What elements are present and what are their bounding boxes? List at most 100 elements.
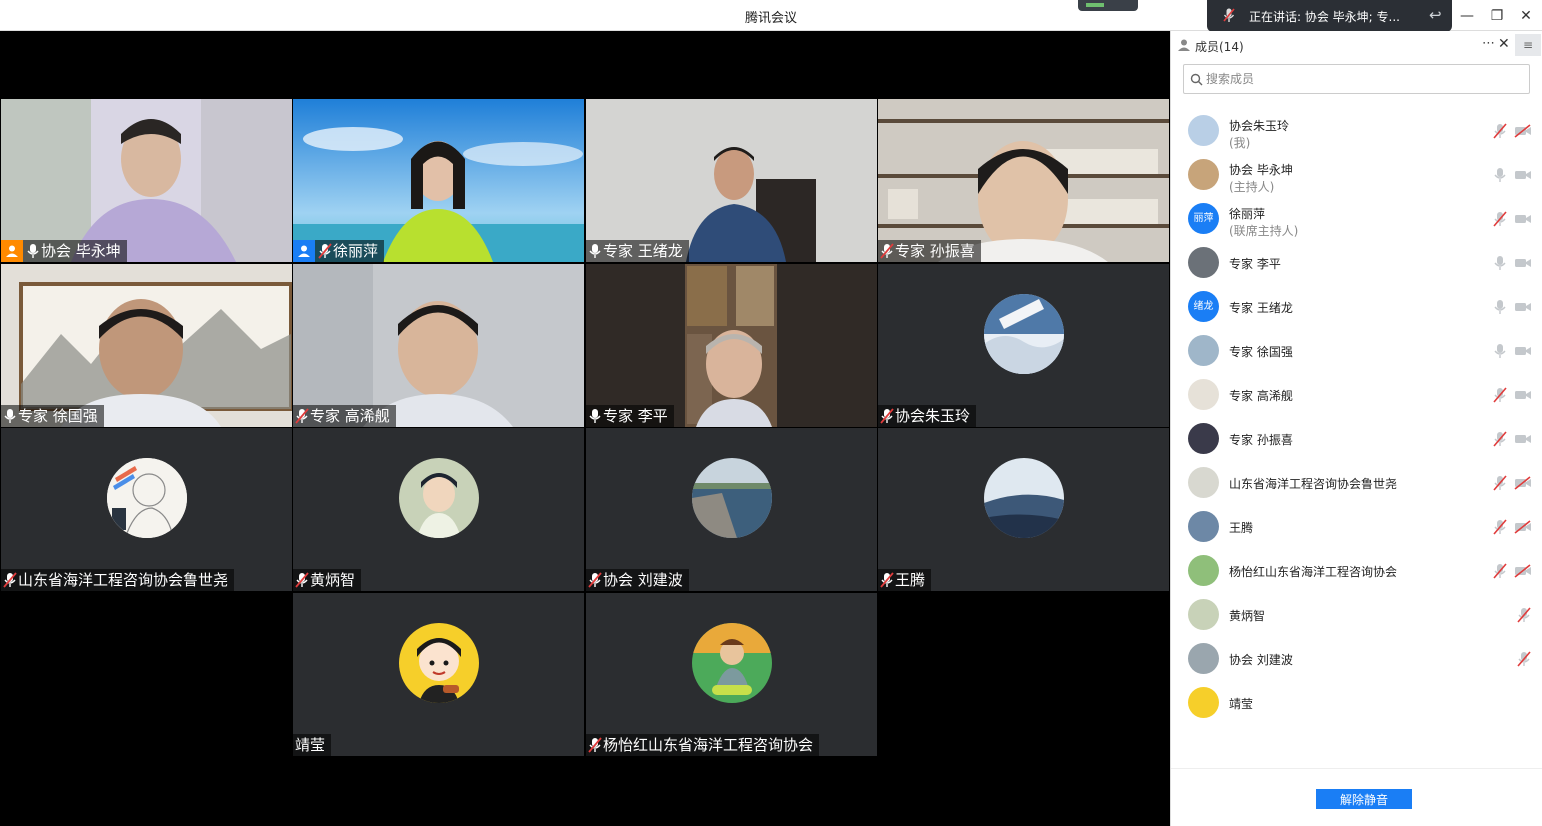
camera-off-icon[interactable]: [1514, 124, 1532, 138]
mic-muted-icon[interactable]: [1517, 607, 1531, 623]
mic-icon[interactable]: [1493, 343, 1507, 359]
mic-muted-icon[interactable]: [1493, 563, 1507, 579]
mic-muted-icon: [295, 408, 309, 424]
member-name: 协会朱玉玲: [1229, 119, 1290, 133]
mic-muted-icon[interactable]: [1493, 519, 1507, 535]
close-panel-icon[interactable]: ✕: [1498, 36, 1510, 52]
close-button[interactable]: ✕: [1516, 6, 1536, 26]
member-row[interactable]: 专家 李平: [1171, 241, 1542, 285]
participant-name: 王腾: [895, 571, 926, 589]
mic-muted-icon[interactable]: [1517, 651, 1531, 667]
member-name: 专家 高浠舰: [1229, 389, 1293, 403]
camera-icon[interactable]: [1514, 432, 1532, 446]
video-tile[interactable]: 专家 孙振喜: [878, 99, 1169, 262]
participant-avatar: [107, 458, 187, 538]
mic-icon: [27, 244, 39, 258]
speaking-indicator[interactable]: 正在讲话: 协会 毕永坤; 专... ↩: [1207, 0, 1452, 32]
member-row[interactable]: 专家 徐国强: [1171, 329, 1542, 373]
mic-muted-icon: [318, 243, 332, 259]
participant-avatar: [399, 458, 479, 538]
search-input[interactable]: [1206, 69, 1516, 89]
search-box[interactable]: [1183, 64, 1530, 94]
video-tile[interactable]: 杨怡红山东省海洋工程咨询协会: [586, 593, 877, 756]
participant-name: 徐丽萍: [333, 242, 379, 260]
video-tile[interactable]: 专家 徐国强: [1, 264, 292, 427]
participant-name: 协会朱玉玲: [895, 407, 971, 425]
mic-muted-icon[interactable]: [1493, 431, 1507, 447]
participant-name: 黄炳智: [310, 571, 356, 589]
member-role: (联席主持人): [1229, 224, 1299, 238]
video-tile[interactable]: 王腾: [878, 428, 1169, 591]
mic-muted-icon[interactable]: [1493, 123, 1507, 139]
participant-label: 王腾: [878, 569, 932, 591]
mic-muted-icon[interactable]: [1493, 211, 1507, 227]
video-tile[interactable]: 专家 王绪龙: [586, 99, 877, 262]
member-name: 专家 王绪龙: [1229, 301, 1293, 315]
participant-avatar: [984, 458, 1064, 538]
participant-name: 专家 高浠舰: [310, 407, 390, 425]
camera-off-icon[interactable]: [1514, 520, 1532, 534]
camera-icon[interactable]: [1514, 168, 1532, 182]
participant-video: [293, 264, 584, 427]
participant-name: 靖莹: [295, 736, 326, 754]
mic-icon[interactable]: [1493, 299, 1507, 315]
camera-icon[interactable]: [1514, 256, 1532, 270]
video-tile[interactable]: 靖莹: [293, 593, 584, 756]
member-row[interactable]: 黄炳智: [1171, 593, 1542, 637]
member-row[interactable]: 专家 孙振喜: [1171, 417, 1542, 461]
member-name: 靖莹: [1229, 697, 1254, 711]
participant-label: 协会 毕永坤: [1, 240, 127, 262]
video-tile[interactable]: 专家 李平: [586, 264, 877, 427]
member-row[interactable]: 绪龙 专家 王绪龙: [1171, 285, 1542, 329]
member-avatar: [1188, 379, 1219, 410]
member-row[interactable]: 协会朱玉玲 (我): [1171, 109, 1542, 153]
return-icon[interactable]: ↩: [1429, 6, 1447, 24]
minimize-button[interactable]: —: [1457, 6, 1477, 26]
participant-name: 杨怡红山东省海洋工程咨询协会: [603, 736, 814, 754]
participant-avatar: [399, 623, 479, 703]
member-row[interactable]: 丽萍 徐丽萍 (联席主持人): [1171, 197, 1542, 241]
mic-icon[interactable]: [1493, 255, 1507, 271]
member-row[interactable]: 靖莹: [1171, 681, 1542, 725]
participant-name: 专家 孙振喜: [895, 242, 975, 260]
mic-muted-icon[interactable]: [1493, 475, 1507, 491]
mic-icon[interactable]: [1493, 167, 1507, 183]
member-avatar: [1188, 467, 1219, 498]
member-name: 专家 李平: [1229, 257, 1281, 271]
camera-icon[interactable]: [1514, 300, 1532, 314]
camera-icon[interactable]: [1514, 388, 1532, 402]
more-options-icon[interactable]: ⋯: [1482, 36, 1496, 51]
member-avatar: [1188, 643, 1219, 674]
participant-avatar: [984, 294, 1064, 374]
participant-name: 专家 王绪龙: [603, 242, 683, 260]
camera-off-icon[interactable]: [1514, 476, 1532, 490]
mic-muted-icon: [1223, 8, 1235, 22]
unmute-all-button[interactable]: 解除静音: [1316, 789, 1412, 809]
mic-muted-icon[interactable]: [1493, 387, 1507, 403]
camera-off-icon[interactable]: [1514, 564, 1532, 578]
member-avatar: 丽萍: [1188, 203, 1219, 234]
member-row[interactable]: 协会 刘建波: [1171, 637, 1542, 681]
member-avatar: [1188, 599, 1219, 630]
member-role: (主持人): [1229, 180, 1275, 194]
video-tile[interactable]: 协会 毕永坤: [1, 99, 292, 262]
restore-button[interactable]: ❐: [1487, 6, 1507, 26]
member-row[interactable]: 杨怡红山东省海洋工程咨询协会: [1171, 549, 1542, 593]
member-name: 杨怡红山东省海洋工程咨询协会: [1229, 565, 1398, 579]
camera-icon[interactable]: [1514, 344, 1532, 358]
video-tile[interactable]: 山东省海洋工程咨询协会鲁世尧: [1, 428, 292, 591]
video-tile[interactable]: 协会 刘建波: [586, 428, 877, 591]
video-tile[interactable]: 黄炳智: [293, 428, 584, 591]
member-row[interactable]: 协会 毕永坤 (主持人): [1171, 153, 1542, 197]
member-row[interactable]: 专家 高浠舰: [1171, 373, 1542, 417]
camera-icon[interactable]: [1514, 212, 1532, 226]
video-tile[interactable]: 徐丽萍: [293, 99, 584, 262]
video-tile[interactable]: 协会朱玉玲: [878, 264, 1169, 427]
member-row[interactable]: 山东省海洋工程咨询协会鲁世尧: [1171, 461, 1542, 505]
panel-menu-icon[interactable]: ≡: [1515, 34, 1541, 56]
member-avatar: [1188, 335, 1219, 366]
member-row[interactable]: 王腾: [1171, 505, 1542, 549]
member-avatar: [1188, 247, 1219, 278]
network-signal-indicator[interactable]: [1078, 0, 1138, 11]
video-tile[interactable]: 专家 高浠舰: [293, 264, 584, 427]
